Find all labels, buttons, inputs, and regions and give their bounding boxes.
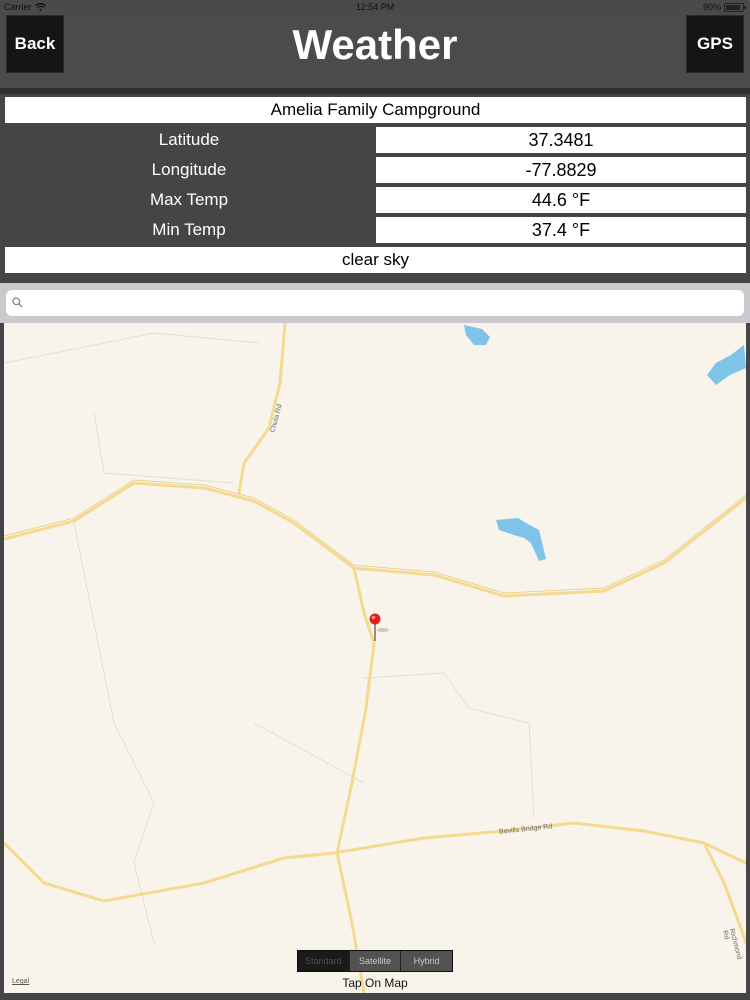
battery-icon bbox=[724, 2, 746, 12]
weather-condition-field: clear sky bbox=[5, 247, 746, 273]
max-temp-label: Max Temp bbox=[149, 190, 229, 209]
max-temp-row: Max Temp 44.6 °F bbox=[0, 187, 750, 213]
longitude-label: Longitude bbox=[151, 160, 227, 179]
battery-info: 90% bbox=[702, 2, 746, 12]
search-field-container[interactable] bbox=[6, 290, 744, 316]
status-time: 12:54 PM bbox=[355, 2, 395, 12]
min-temp-label: Min Temp bbox=[152, 220, 226, 239]
min-temp-row: Min Temp 37.4 °F bbox=[0, 217, 750, 243]
max-temp-value: 44.6 °F bbox=[376, 187, 746, 213]
map-type-hybrid[interactable]: Hybrid bbox=[401, 951, 452, 971]
search-icon bbox=[12, 297, 23, 308]
map-roads bbox=[4, 323, 746, 993]
search-input[interactable] bbox=[28, 290, 738, 316]
header-divider bbox=[0, 88, 750, 94]
min-temp-value: 37.4 °F bbox=[376, 217, 746, 243]
map-water bbox=[464, 325, 746, 561]
map-canvas[interactable] bbox=[4, 323, 746, 993]
header: Back Weather GPS bbox=[0, 14, 750, 88]
map-view[interactable]: Chula Rd Bevills Bridge Rd Richmond Rd S… bbox=[4, 323, 746, 993]
latitude-label: Latitude bbox=[158, 130, 220, 149]
map-type-standard[interactable]: Standard bbox=[298, 951, 350, 971]
map-type-selector: Standard Satellite Hybrid bbox=[297, 950, 453, 972]
longitude-value: -77.8829 bbox=[376, 157, 746, 183]
page-title: Weather bbox=[292, 21, 458, 68]
search-bar bbox=[0, 283, 750, 323]
map-type-satellite[interactable]: Satellite bbox=[350, 951, 402, 971]
latitude-value: 37.3481 bbox=[376, 127, 746, 153]
status-bar: Carrier 12:54 PM 90% bbox=[0, 0, 750, 14]
longitude-row: Longitude -77.8829 bbox=[0, 157, 750, 183]
gps-button[interactable]: GPS bbox=[686, 15, 744, 73]
latitude-row: Latitude 37.3481 bbox=[0, 127, 750, 153]
tap-on-map-hint: Tap On Map bbox=[342, 976, 408, 990]
place-name-field: Amelia Family Campground bbox=[5, 97, 746, 123]
battery-percent: 90% bbox=[702, 2, 721, 12]
